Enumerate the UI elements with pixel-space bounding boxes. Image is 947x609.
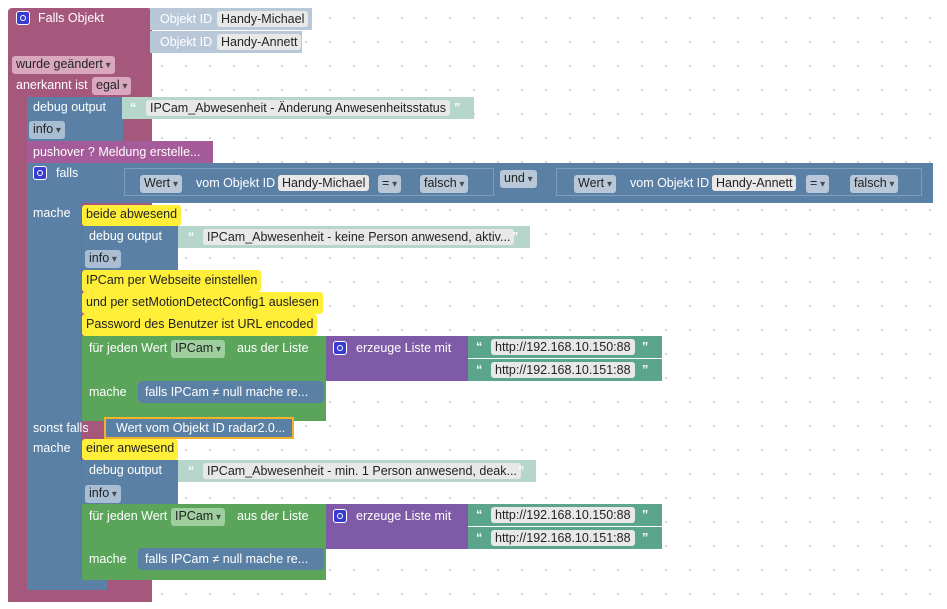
comment-block[interactable]: IPCam per Webseite einstellen	[82, 270, 262, 292]
object-id-label: Objekt ID	[160, 35, 213, 49]
foreach-label: für jeden Wert	[89, 341, 168, 355]
bool-dropdown[interactable]: falsch	[850, 175, 899, 193]
variable-dropdown[interactable]: IPCam	[171, 508, 226, 526]
gear-icon[interactable]	[333, 509, 347, 523]
gear-icon[interactable]	[333, 341, 347, 355]
variable-dropdown[interactable]: IPCam	[171, 340, 226, 358]
debug-text[interactable]: IPCam_Abwesenheit - Änderung Anwesenheit…	[146, 100, 451, 116]
comment-block[interactable]: beide abwesend	[82, 205, 182, 226]
quote-open-icon: “	[188, 230, 195, 244]
logic-dropdown[interactable]: und	[500, 170, 537, 188]
if-block-spine	[27, 163, 81, 588]
trigger-block-bottom	[8, 590, 152, 602]
quote-close-icon: ”	[518, 464, 525, 478]
url-value[interactable]: http://192.168.10.150:88	[491, 507, 635, 523]
ack-label: anerkannt ist	[16, 78, 88, 92]
quote-close-icon: ”	[642, 363, 649, 377]
level-dropdown[interactable]: info	[29, 121, 65, 139]
gear-icon[interactable]	[16, 11, 30, 25]
level-dropdown[interactable]: info	[85, 485, 121, 503]
gear-icon[interactable]	[33, 166, 47, 180]
object-id-label: Objekt ID	[160, 12, 213, 26]
url-value[interactable]: http://192.168.10.151:88	[491, 362, 635, 378]
operator-dropdown[interactable]: =	[378, 175, 402, 193]
debug-text[interactable]: IPCam_Abwesenheit - min. 1 Person anwese…	[203, 463, 521, 479]
quote-close-icon: ”	[642, 340, 649, 354]
quote-open-icon: “	[476, 531, 483, 545]
quote-open-icon: “	[130, 101, 137, 115]
from-list-label: aus der Liste	[237, 341, 309, 355]
debug-label: debug output	[89, 229, 162, 243]
quote-open-icon: “	[476, 340, 483, 354]
falls-label: falls	[56, 166, 79, 180]
quote-close-icon: ”	[512, 230, 519, 244]
level-dropdown[interactable]: info	[85, 250, 121, 268]
create-list-label: erzeuge Liste mit	[356, 341, 452, 355]
vom-label: vom Objekt ID	[196, 176, 276, 190]
comment-block[interactable]: einer anwesend	[82, 439, 179, 460]
bool-dropdown[interactable]: falsch	[420, 175, 469, 193]
wert-dropdown[interactable]: Wert	[140, 175, 182, 193]
debug-label: debug output	[89, 463, 162, 477]
object-id-value[interactable]: Handy-Michael	[217, 11, 309, 27]
mache-label: mache	[89, 385, 127, 399]
elseif-condition-label: Wert vom Objekt ID radar2.0...	[116, 421, 286, 435]
quote-open-icon: “	[476, 508, 483, 522]
mache-label: mache	[89, 552, 127, 566]
object-id-value[interactable]: Handy-Annett	[217, 34, 302, 50]
object-id-value[interactable]: Handy-Michael	[278, 175, 370, 191]
quote-open-icon: “	[188, 464, 195, 478]
quote-close-icon: ”	[454, 101, 461, 115]
from-list-label: aus der Liste	[237, 509, 309, 523]
change-dropdown[interactable]: wurde geändert	[12, 56, 115, 74]
operator-dropdown[interactable]: =	[806, 175, 830, 193]
quote-open-icon: “	[476, 363, 483, 377]
procedure-call-label: falls IPCam ≠ null mache re...	[145, 385, 309, 399]
mache-label: mache	[33, 441, 71, 455]
trigger-title: Falls Objekt	[38, 11, 104, 25]
ack-dropdown[interactable]: egal	[92, 77, 132, 95]
procedure-call-label: falls IPCam ≠ null mache re...	[145, 552, 309, 566]
sonst-falls-label: sonst falls	[33, 421, 89, 435]
comment-block[interactable]: und per setMotionDetectConfig1 auslesen	[82, 292, 323, 314]
quote-close-icon: ”	[642, 531, 649, 545]
url-value[interactable]: http://192.168.10.150:88	[491, 339, 635, 355]
quote-close-icon: ”	[642, 508, 649, 522]
object-id-value[interactable]: Handy-Annett	[712, 175, 797, 191]
foreach-label: für jeden Wert	[89, 509, 168, 523]
url-value[interactable]: http://192.168.10.151:88	[491, 530, 635, 546]
vom-label: vom Objekt ID	[630, 176, 710, 190]
comment-block[interactable]: Password des Benutzer ist URL encoded	[82, 314, 318, 336]
debug-text[interactable]: IPCam_Abwesenheit - keine Person anwesen…	[203, 229, 515, 245]
pushover-label: pushover ? Meldung erstelle...	[33, 145, 201, 159]
wert-dropdown[interactable]: Wert	[574, 175, 616, 193]
mache-label: mache	[33, 206, 71, 220]
debug-label: debug output	[33, 100, 106, 114]
create-list-label: erzeuge Liste mit	[356, 509, 452, 523]
